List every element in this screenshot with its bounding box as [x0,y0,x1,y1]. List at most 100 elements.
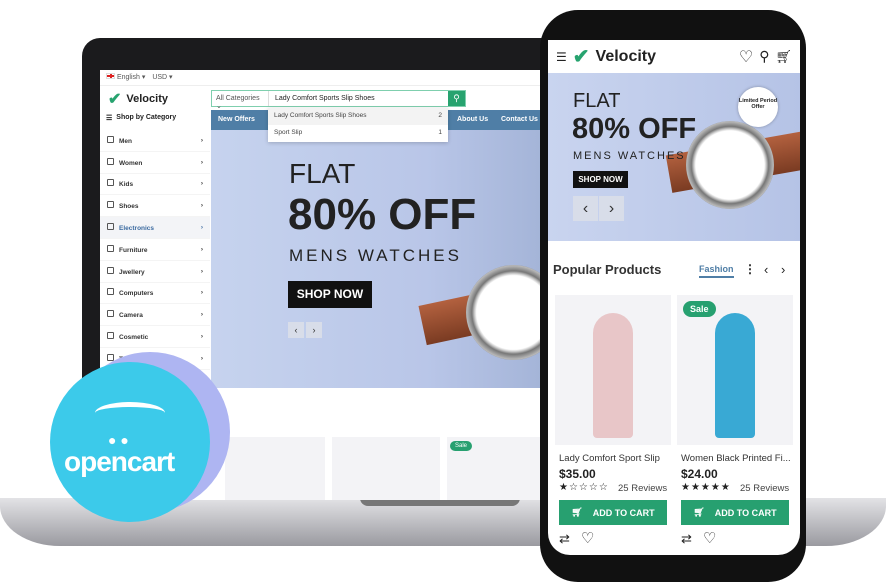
logo-check-icon: ✔ [572,46,590,68]
next-slide-button[interactable]: › [306,322,322,338]
hero-banner: FLAT 80% OFF MENS WATCHES SHOP NOW ‹ › [211,130,570,388]
shoe-icon [107,201,114,209]
sidebar-item[interactable]: Cosmetic › [100,326,210,348]
chevron-right-icon: › [200,180,203,188]
cart-icon[interactable]: 🛒︎ [775,49,792,65]
product-image[interactable] [555,295,671,445]
search-button[interactable]: ⚲ [448,91,465,106]
top-bar: English ▾ USD ▾ [100,70,570,86]
logo-text[interactable]: Velocity [596,48,733,66]
wishlist-heart-icon[interactable]: ♡ [581,529,594,547]
shop-now-button[interactable]: SHOP NOW [288,281,372,308]
add-to-cart-button[interactable]: 🛒︎ ADD TO CART [681,500,789,525]
sidebar-item[interactable]: Men › [100,130,210,152]
sidebar-item[interactable]: Jwellery › [100,261,210,283]
chevron-right-icon: › [200,267,203,275]
phone-screen: ☰ ✔ Velocity ♡ ⚲ 🛒︎ FLAT 80% OFF MENS WA… [548,40,800,555]
prev-slide-button[interactable]: ‹ [288,322,304,338]
sidebar-item[interactable]: Women › [100,152,210,174]
chevron-right-icon: › [200,158,203,166]
logo-check-icon: ✔ [108,91,122,108]
next-arrow-icon[interactable]: › [781,262,785,277]
banner-line3: MENS WATCHES [573,150,686,162]
search-icon[interactable]: ⚲ [759,48,769,65]
sidebar-item[interactable]: Electronics › [100,217,210,239]
sidebar-item[interactable]: Furniture › [100,239,210,261]
product-card[interactable] [332,437,440,500]
search-icon: ⚲ [453,93,460,103]
product-card: Lady Comfort Sport Slip $35.00 ★☆☆☆☆ 25 … [555,295,671,555]
menu-icon[interactable]: ☰ [556,50,567,64]
sidebar-item[interactable]: Camera › [100,304,210,327]
dress-icon [107,157,114,165]
phone-hero-banner: FLAT 80% OFF MENS WATCHES SHOP NOW ‹ › L… [548,73,800,241]
product-name[interactable]: Women Black Printed Fi... [681,453,791,464]
more-icon[interactable]: ⋮ [744,262,756,276]
product-name[interactable]: Lady Comfort Sport Slip [559,453,660,464]
suggestion-item[interactable]: Sport Slip 1 [268,125,448,142]
nav-about-us[interactable]: About Us [457,116,488,123]
prev-slide-button[interactable]: ‹ [573,196,598,221]
chevron-right-icon: › [200,202,203,210]
review-count[interactable]: 25 Reviews [740,483,789,494]
chevron-right-icon: › [200,354,203,362]
banner-line2: 80% OFF [572,113,697,145]
wishlist-heart-icon[interactable]: ♡ [703,529,716,547]
chevron-right-icon: › [200,136,203,144]
limited-offer-badge: Limited Period Offer [738,87,778,127]
add-to-cart-button[interactable]: 🛒︎ ADD TO CART [559,500,667,525]
necklace-icon [107,266,114,274]
search-input[interactable]: Lady Comfort Sports Slip Shoes [269,91,448,106]
tab-fashion[interactable]: Fashion [699,264,734,278]
shop-now-button[interactable]: SHOP NOW [573,171,628,188]
compare-icon[interactable]: ⇄ [559,531,570,547]
section-title: Popular Products [553,262,662,277]
banner-line1: FLAT [289,158,356,189]
opencart-logo: ● ● opencart [50,362,210,522]
cart-icon: 🛒︎ [571,507,583,517]
category-sidebar: Men › Women › Kids › Shoes › Electronics › Furnitu… [100,130,210,370]
currency-select[interactable]: USD [152,74,167,81]
opencart-text: opencart [64,446,175,477]
suggestion-item[interactable]: Lady Comfort Sports Slip Shoes 2 [268,108,448,125]
product-price: $35.00 [559,467,596,481]
next-slide-button[interactable]: › [599,196,624,221]
nav-contact-us[interactable]: Contact Us [501,116,538,123]
search-suggestions: Lady Comfort Sports Slip Shoes 2 Sport Sl… [268,108,448,142]
prev-arrow-icon[interactable]: ‹ [764,262,768,277]
sidebar-item[interactable]: Shoes › [100,195,210,218]
rating-stars: ★☆☆☆☆ [559,482,609,493]
sofa-icon [107,244,114,252]
rating-stars: ★★★★★ [681,482,731,493]
watch-image [686,121,774,209]
shop-by-category[interactable]: ☰ Shop by Category [106,114,176,122]
product-price: $24.00 [681,467,718,481]
phone-header: ☰ ✔ Velocity ♡ ⚲ 🛒︎ [548,40,800,73]
banner-line2: 80% OFF [288,190,477,239]
search-bar: All Categories ⌄ Lady Comfort Sports Sli… [211,90,466,110]
flag-icon [106,73,115,79]
camera-icon [107,310,114,318]
sale-badge: Sale [450,441,473,451]
heart-icon[interactable]: ♡ [739,47,753,67]
logo[interactable]: ✔ Velocity [108,89,168,109]
category-select[interactable]: All Categories ⌄ [212,91,269,110]
sidebar-item[interactable]: Computers › [100,283,210,305]
nav-new-offers[interactable]: New Offers [218,116,255,123]
language-select[interactable]: English [117,74,140,81]
product-image[interactable]: Sale [677,295,793,445]
cart-icon: 🛒︎ [693,507,705,517]
chevron-right-icon: › [200,289,203,297]
review-count[interactable]: 25 Reviews [618,483,667,494]
product-card[interactable] [225,437,325,500]
compare-icon[interactable]: ⇄ [681,531,692,547]
laptop-icon [107,288,114,296]
logo-text: Velocity [126,93,168,105]
menu-icon: ☰ [106,115,113,122]
banner-line3: MENS WATCHES [289,246,462,265]
sidebar-item[interactable]: Kids › [100,174,210,196]
banner-line1: FLAT [573,90,621,112]
bottle-icon [107,179,114,187]
chevron-right-icon: › [200,245,203,253]
phone-icon [107,223,114,231]
